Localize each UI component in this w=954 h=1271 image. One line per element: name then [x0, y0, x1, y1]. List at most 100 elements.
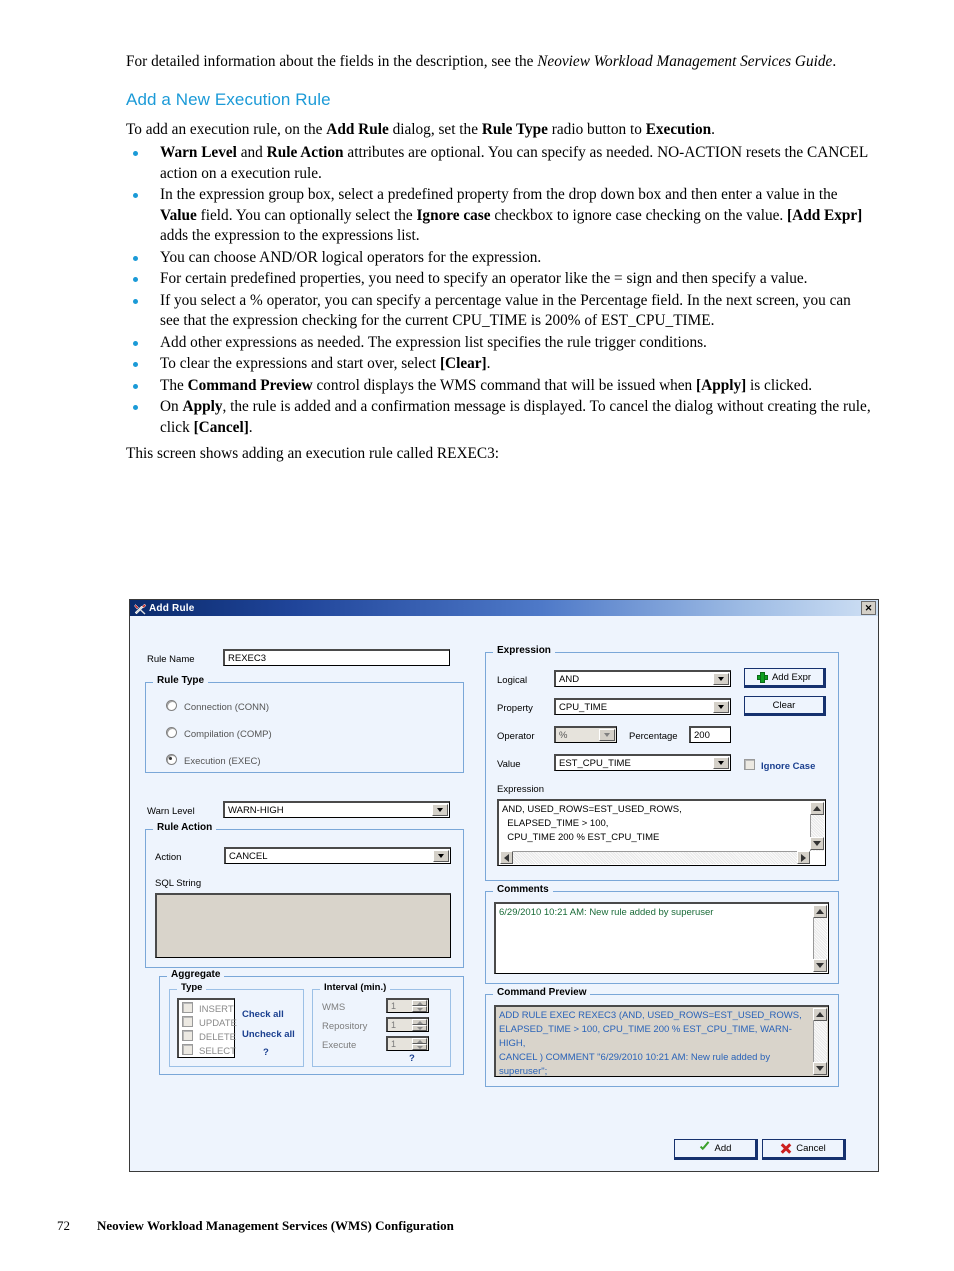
scroll-down-icon[interactable] [813, 1062, 827, 1075]
check-all-link[interactable]: Check all [242, 1009, 284, 1020]
chevron-down-icon[interactable] [433, 850, 449, 862]
value-select[interactable]: EST_CPU_TIME [554, 754, 731, 771]
scroll-left-icon[interactable] [500, 851, 513, 864]
operator-value: % [559, 730, 568, 741]
warn-level-select[interactable]: WARN-HIGH [223, 801, 450, 818]
rule-name-input[interactable]: REXEC3 [223, 649, 450, 666]
chevron-down-icon[interactable] [713, 673, 729, 685]
bullet-text: checkbox to ignore case checking on the … [490, 206, 788, 224]
intro-paragraph: For detailed information about the field… [126, 52, 871, 73]
interval-repository-stepper[interactable]: 1 [386, 1017, 429, 1032]
close-icon[interactable]: ✕ [861, 601, 876, 615]
scroll-up-icon[interactable] [810, 802, 824, 815]
aggregate-interval-legend: Interval (min.) [320, 982, 391, 993]
bullet-text: Add other expressions as needed. The exp… [160, 333, 707, 351]
tools-icon [134, 602, 147, 615]
operator-select[interactable]: % [554, 726, 617, 743]
action-select[interactable]: CANCEL [224, 847, 451, 864]
lead-part-2: dialog, set the [388, 120, 482, 138]
bullet-text: is clicked. [746, 376, 813, 394]
interval-execute-value: 1 [391, 1039, 397, 1049]
bullet-text: The [160, 376, 188, 394]
expression-listbox[interactable]: AND, USED_ROWS=EST_USED_ROWS, ELAPSED_TI… [497, 799, 826, 866]
scroll-right-icon[interactable] [797, 851, 810, 864]
rule-type-group: Rule Type Connection (CONN) Compilation … [145, 675, 464, 773]
sql-string-textarea[interactable] [155, 893, 451, 958]
clear-button[interactable]: Clear [744, 696, 826, 716]
chevron-down-icon[interactable] [713, 701, 729, 713]
radio-execution-label: Execution (EXEC) [184, 756, 261, 767]
lead-part-1: To add an execution rule, on the [126, 120, 327, 138]
bullet-item: To clear the expressions and start over,… [126, 354, 871, 375]
expression-line-3: CPU_TIME 200 % EST_CPU_TIME [502, 832, 660, 843]
bullet-text: For certain predefined properties, you n… [160, 270, 808, 287]
bullet-bold-text: [Add Expr] [787, 206, 863, 224]
scroll-up-icon[interactable] [813, 1008, 827, 1021]
expression-line-1: AND, USED_ROWS=EST_USED_ROWS, [502, 804, 682, 815]
checkbox-delete-label: DELETE [199, 1032, 236, 1043]
lead-bold-add-rule: Add Rule [326, 120, 389, 138]
property-select[interactable]: CPU_TIME [554, 698, 731, 715]
tail-paragraph: This screen shows adding an execution ru… [126, 445, 499, 462]
expression-list-label: Expression [497, 784, 544, 795]
command-preview-legend: Command Preview [493, 987, 591, 998]
add-button[interactable]: Add [674, 1139, 758, 1160]
stepper-down-icon[interactable] [412, 1006, 427, 1012]
aggregate-type-help-icon[interactable]: ? [263, 1047, 269, 1058]
radio-execution-exec[interactable]: Execution (EXEC) [166, 754, 261, 767]
property-value: CPU_TIME [559, 702, 608, 713]
x-icon [780, 1143, 792, 1154]
interval-wms-stepper[interactable]: 1 [386, 998, 429, 1013]
bullet-bold-text: Apply [182, 398, 223, 415]
intro-text-before: For detailed information about the field… [126, 53, 538, 70]
interval-execute-stepper[interactable]: 1 [386, 1036, 429, 1051]
aggregate-type-group: Type INSERT UPDATE DELETE SELECT Check a… [169, 982, 304, 1067]
command-preview-textarea[interactable]: ADD RULE EXEC REXEC3 (AND, USED_ROWS=EST… [494, 1005, 829, 1077]
scroll-down-icon[interactable] [810, 837, 824, 850]
add-expr-button[interactable]: Add Expr [744, 668, 826, 688]
interval-repository-label: Repository [322, 1021, 368, 1032]
bullet-item: For certain predefined properties, you n… [126, 269, 871, 290]
scroll-up-icon[interactable] [813, 905, 827, 918]
checkbox-update[interactable]: UPDATE [182, 1016, 237, 1029]
radio-compilation-comp[interactable]: Compilation (COMP) [166, 727, 272, 740]
radio-connection-conn[interactable]: Connection (CONN) [166, 700, 269, 713]
uncheck-all-link[interactable]: Uncheck all [242, 1029, 295, 1040]
checkbox-delete[interactable]: DELETE [182, 1030, 236, 1043]
chevron-down-icon[interactable] [599, 729, 615, 741]
bullet-bold-text: Rule Action [266, 144, 344, 161]
bullet-item: The Command Preview control displays the… [126, 376, 871, 397]
property-label: Property [497, 703, 533, 714]
bullet-bold-text: [Apply] [696, 376, 747, 394]
bullet-text: You can choose AND/OR logical operators … [160, 248, 542, 266]
ignore-case-checkbox[interactable]: Ignore Case [744, 759, 815, 772]
dialog-body: Rule Name REXEC3 Rule Type Connection (C… [130, 616, 878, 1171]
chevron-down-icon[interactable] [713, 757, 729, 769]
bullet-text: On [160, 398, 183, 415]
bullet-text: To clear the expressions and start over,… [160, 355, 440, 372]
lead-paragraph: To add an execution rule, on the Add Rul… [126, 120, 871, 141]
document-page: For detailed information about the field… [0, 0, 954, 1271]
stepper-down-icon[interactable] [412, 1044, 427, 1050]
radio-dot-icon [166, 727, 177, 738]
bullet-item: On Apply, the rule is added and a confir… [126, 397, 871, 438]
comments-textarea[interactable]: 6/29/2010 10:21 AM: New rule added by su… [494, 902, 829, 974]
page-footer: 72 Neoview Workload Management Services (… [57, 1218, 454, 1234]
checkbox-insert[interactable]: INSERT [182, 1002, 234, 1015]
lead-bold-rule-type: Rule Type [481, 120, 548, 138]
aggregate-interval-help-icon[interactable]: ? [409, 1053, 415, 1064]
percentage-input[interactable]: 200 [689, 726, 731, 743]
aggregate-legend: Aggregate [167, 969, 225, 980]
preview-line-1: ADD RULE EXEC REXEC3 (AND, USED_ROWS=EST… [499, 1010, 802, 1021]
operator-label: Operator [497, 731, 535, 742]
checkbox-select[interactable]: SELECT [182, 1044, 236, 1057]
expression-horizontal-scrollbar[interactable] [500, 851, 810, 864]
logical-select[interactable]: AND [554, 670, 731, 687]
stepper-down-icon[interactable] [412, 1025, 427, 1031]
scroll-down-icon[interactable] [813, 959, 827, 972]
bullet-bold-text: Command Preview [187, 376, 313, 394]
cancel-button[interactable]: Cancel [762, 1139, 846, 1160]
chevron-down-icon[interactable] [432, 804, 448, 816]
checkbox-icon [182, 1044, 193, 1055]
checkbox-icon [182, 1016, 193, 1027]
